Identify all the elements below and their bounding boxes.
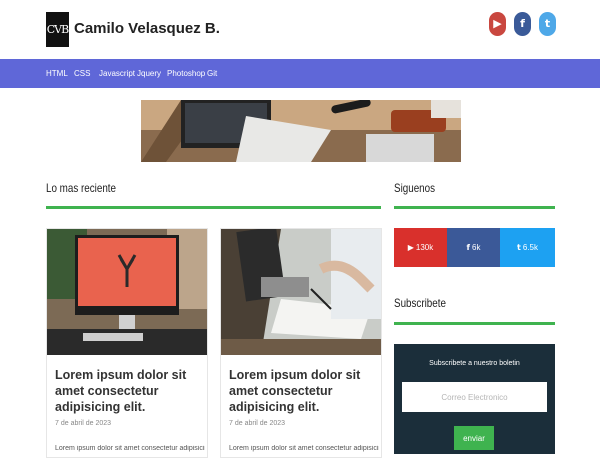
- post-card[interactable]: Lorem ipsum dolor sit amet consectetur a…: [220, 228, 382, 458]
- nav-item-jquery[interactable]: Jquery: [137, 59, 161, 88]
- post-image[interactable]: [221, 229, 381, 355]
- facebook-icon[interactable]: f: [514, 12, 531, 36]
- nav-item-css[interactable]: CSS: [74, 59, 90, 88]
- follow-heading-underline: [394, 206, 555, 209]
- post-title[interactable]: Lorem ipsum dolor sit amet consectetur a…: [55, 367, 205, 415]
- email-field[interactable]: [402, 382, 547, 412]
- youtube-icon: ▶: [407, 243, 414, 252]
- latest-heading-underline: [46, 206, 381, 209]
- submit-button[interactable]: enviar: [454, 426, 494, 450]
- header-banner-image: [141, 100, 461, 162]
- twitter-icon: t: [517, 243, 521, 252]
- site-title[interactable]: Camilo Velasquez B.: [74, 20, 220, 37]
- post-excerpt: Lorem ipsum dolor sit amet consectetur a…: [229, 445, 379, 452]
- follow-heading: Siguenos: [394, 181, 436, 195]
- post-card[interactable]: Lorem ipsum dolor sit amet consectetur a…: [46, 228, 208, 458]
- youtube-count: 130k: [415, 243, 434, 252]
- post-image[interactable]: [47, 229, 207, 355]
- post-date: 7 de abril de 2023: [55, 420, 112, 427]
- facebook-icon: f: [466, 243, 471, 252]
- subscribe-box: Subscribete a nuestro boletin enviar: [394, 344, 555, 454]
- subscribe-text: Subscribete a nuestro boletin: [429, 360, 520, 367]
- post-date: 7 de abril de 2023: [229, 420, 286, 427]
- nav-item-photoshop[interactable]: Photoshop: [167, 59, 205, 88]
- youtube-follow-button[interactable]: ▶ 130k: [394, 228, 447, 267]
- twitter-count: 6.5k: [522, 243, 538, 252]
- post-title[interactable]: Lorem ipsum dolor sit amet consectetur a…: [229, 367, 379, 415]
- site-header: CVB Camilo Velasquez B. ▶ f t: [0, 0, 600, 59]
- post-excerpt: Lorem ipsum dolor sit amet consectetur a…: [55, 445, 205, 452]
- site-logo[interactable]: CVB: [46, 12, 69, 47]
- main-nav: HTML CSS Javascript Jquery Photoshop Git: [0, 59, 600, 88]
- nav-item-html[interactable]: HTML: [46, 59, 68, 88]
- twitter-follow-button[interactable]: t 6.5k: [500, 228, 555, 267]
- youtube-icon[interactable]: ▶: [489, 12, 506, 36]
- nav-item-git[interactable]: Git: [207, 59, 217, 88]
- subscribe-heading: Subscribete: [394, 296, 446, 310]
- facebook-count: 6k: [472, 243, 481, 252]
- facebook-follow-button[interactable]: f 6k: [447, 228, 500, 267]
- latest-heading: Lo mas reciente: [46, 181, 117, 195]
- twitter-icon[interactable]: t: [539, 12, 556, 36]
- nav-item-javascript[interactable]: Javascript: [99, 59, 135, 88]
- subscribe-heading-underline: [394, 322, 555, 325]
